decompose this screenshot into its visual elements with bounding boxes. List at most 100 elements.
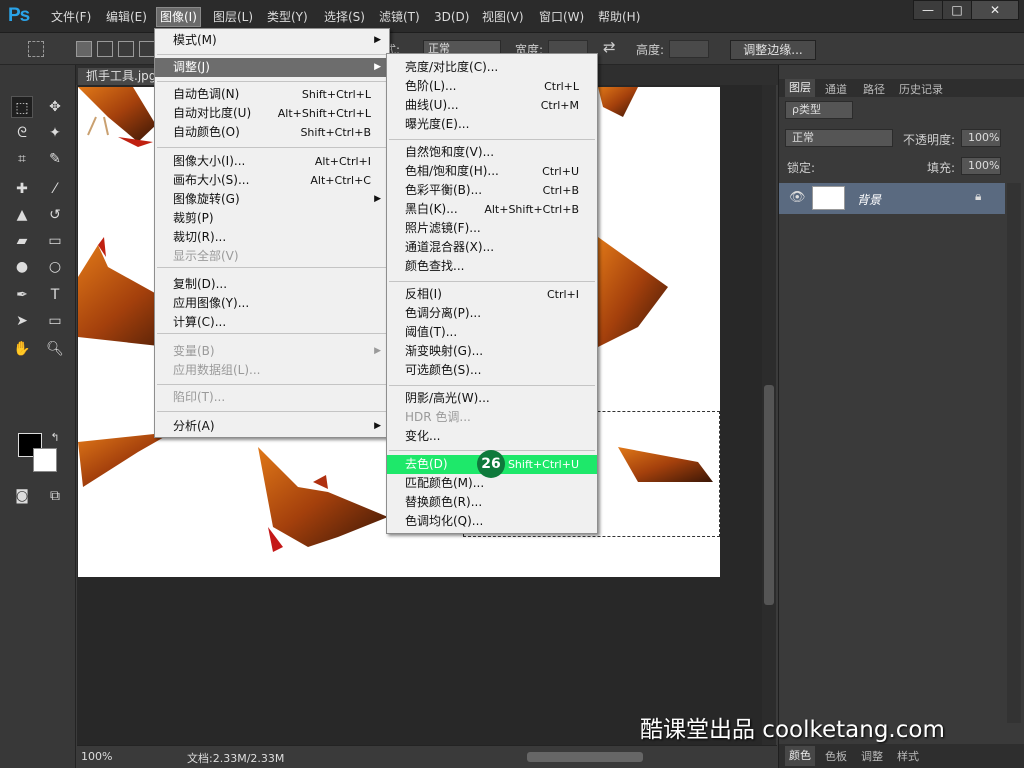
menu-item[interactable]: 反相(I) Ctrl+I bbox=[387, 285, 597, 304]
marquee-tool-icon[interactable]: ⬚ bbox=[11, 96, 33, 118]
screen-mode-icon[interactable]: ⧉ bbox=[44, 485, 66, 507]
maximize-button[interactable]: □ bbox=[942, 0, 972, 20]
shape-tool-icon[interactable]: ▭ bbox=[44, 310, 66, 332]
swap-colors-icon[interactable]: ↰ bbox=[44, 427, 66, 449]
menu-item[interactable]: 阴影/高光(W)... bbox=[387, 389, 597, 408]
menu-window[interactable]: 窗口(W) bbox=[536, 8, 587, 26]
menu-view[interactable]: 视图(V) bbox=[479, 8, 527, 26]
zoom-level[interactable]: 100% bbox=[81, 750, 112, 763]
menu-item[interactable]: 照片滤镜(F)... bbox=[387, 219, 597, 238]
tab-history[interactable]: 历史记录 bbox=[899, 81, 943, 97]
menu-item[interactable]: 色阶(L)... Ctrl+L bbox=[387, 77, 597, 96]
menu-item[interactable]: 裁切(R)... bbox=[155, 228, 389, 247]
history-brush-icon[interactable]: ↺ bbox=[44, 204, 66, 226]
marquee-preset-icon[interactable] bbox=[28, 41, 44, 57]
move-tool-icon[interactable]: ✥ bbox=[44, 96, 66, 118]
brush-tool-icon[interactable]: ⁄ bbox=[44, 178, 66, 200]
add-selection-icon[interactable] bbox=[97, 41, 113, 57]
menu-item[interactable]: 曝光度(E)... bbox=[387, 115, 597, 134]
intersect-selection-icon[interactable] bbox=[139, 41, 155, 57]
opacity-field[interactable]: 100% bbox=[961, 129, 1001, 147]
menu-item[interactable]: 分析(A) ▶ bbox=[155, 417, 389, 436]
menu-item[interactable]: 自动色调(N) Shift+Ctrl+L bbox=[155, 85, 389, 104]
eraser-tool-icon[interactable]: ▰ bbox=[11, 230, 33, 252]
menu-item[interactable]: 阈值(T)... bbox=[387, 323, 597, 342]
blur-tool-icon[interactable]: ● bbox=[11, 256, 33, 278]
menu-edit[interactable]: 编辑(E) bbox=[103, 8, 150, 26]
menu-item[interactable]: 色调均化(Q)... bbox=[387, 512, 597, 531]
menu-item[interactable]: 亮度/对比度(C)... bbox=[387, 58, 597, 77]
eyedropper-icon[interactable]: ✎ bbox=[44, 148, 66, 170]
menu-filter[interactable]: 滤镜(T) bbox=[376, 8, 423, 26]
menu-file[interactable]: 文件(F) bbox=[48, 8, 94, 26]
menu-image[interactable]: 图像(I) bbox=[156, 7, 201, 27]
lasso-tool-icon[interactable]: ᘓ bbox=[11, 122, 33, 144]
menu-item[interactable]: 黑白(K)... Alt+Shift+Ctrl+B bbox=[387, 200, 597, 219]
refine-edge-button[interactable]: 调整边缘... bbox=[730, 40, 816, 60]
layer-filter-select[interactable]: ρ类型 bbox=[785, 101, 853, 119]
menu-item[interactable]: 色调分离(P)... bbox=[387, 304, 597, 323]
menu-item[interactable]: 自动颜色(O) Shift+Ctrl+B bbox=[155, 123, 389, 142]
vertical-scroll-thumb[interactable] bbox=[764, 385, 774, 605]
menu-item[interactable]: 应用图像(Y)... bbox=[155, 294, 389, 313]
tab-swatches[interactable]: 色板 bbox=[825, 748, 847, 764]
menu-item[interactable]: 渐变映射(G)... bbox=[387, 342, 597, 361]
document-info[interactable]: 文档:2.33M/2.33M bbox=[187, 750, 284, 766]
menu-layer[interactable]: 图层(L) bbox=[210, 8, 256, 26]
menu-select[interactable]: 选择(S) bbox=[321, 8, 368, 26]
blend-mode-select[interactable]: 正常 bbox=[785, 129, 893, 147]
minimize-button[interactable]: — bbox=[913, 0, 943, 20]
panel-scrollbar[interactable] bbox=[1007, 183, 1021, 723]
background-color-swatch[interactable] bbox=[33, 448, 57, 472]
menu-item[interactable]: 画布大小(S)... Alt+Ctrl+C bbox=[155, 171, 389, 190]
menu-item[interactable]: 曲线(U)... Ctrl+M bbox=[387, 96, 597, 115]
tab-adjustments[interactable]: 调整 bbox=[861, 748, 883, 764]
menu-3d[interactable]: 3D(D) bbox=[431, 8, 472, 26]
fill-field[interactable]: 100% bbox=[961, 157, 1001, 175]
height-field[interactable] bbox=[669, 40, 709, 58]
type-tool-icon[interactable]: T bbox=[44, 284, 66, 306]
path-select-icon[interactable]: ➤ bbox=[11, 310, 33, 332]
zoom-tool-icon[interactable]: 🔍︎ bbox=[44, 338, 66, 360]
horizontal-scroll-thumb[interactable] bbox=[527, 752, 643, 762]
document-tab[interactable]: 抓手工具.jpg bbox=[78, 68, 158, 85]
tab-layers[interactable]: 图层 bbox=[785, 79, 815, 97]
menu-type[interactable]: 类型(Y) bbox=[264, 8, 311, 26]
menu-item[interactable]: 替换颜色(R)... bbox=[387, 493, 597, 512]
subtract-selection-icon[interactable] bbox=[118, 41, 134, 57]
layer-row-background[interactable]: 👁︎ 背景 🔒︎ bbox=[779, 183, 1005, 214]
hand-tool-icon[interactable]: ✋ bbox=[11, 338, 33, 360]
gradient-tool-icon[interactable]: ▭ bbox=[44, 230, 66, 252]
menu-item[interactable]: 通道混合器(X)... bbox=[387, 238, 597, 257]
menu-item[interactable]: 变化... bbox=[387, 427, 597, 446]
swap-icon[interactable]: ⇄ bbox=[603, 38, 616, 56]
close-button[interactable]: ✕ bbox=[971, 0, 1019, 20]
menu-item[interactable]: 计算(C)... bbox=[155, 313, 389, 332]
menu-item[interactable]: 复制(D)... bbox=[155, 275, 389, 294]
crop-tool-icon[interactable]: ⌗ bbox=[11, 148, 33, 170]
healing-brush-icon[interactable]: ✚ bbox=[11, 178, 33, 200]
menu-help[interactable]: 帮助(H) bbox=[595, 8, 643, 26]
dodge-tool-icon[interactable]: ○ bbox=[44, 256, 66, 278]
vertical-scrollbar[interactable] bbox=[762, 85, 776, 745]
new-selection-icon[interactable] bbox=[76, 41, 92, 57]
menu-item[interactable]: 图像旋转(G) ▶ bbox=[155, 190, 389, 209]
tab-styles[interactable]: 样式 bbox=[897, 748, 919, 764]
visibility-eye-icon[interactable]: 👁︎ bbox=[789, 190, 806, 205]
menu-item[interactable]: 图像大小(I)... Alt+Ctrl+I bbox=[155, 152, 389, 171]
menu-item[interactable]: 色相/饱和度(H)... Ctrl+U bbox=[387, 162, 597, 181]
quick-mask-icon[interactable]: ◙ bbox=[11, 485, 33, 507]
menu-item[interactable]: 自动对比度(U) Alt+Shift+Ctrl+L bbox=[155, 104, 389, 123]
menu-item[interactable]: 调整(J) ▶ bbox=[155, 58, 389, 77]
tab-paths[interactable]: 路径 bbox=[863, 81, 885, 97]
menu-item[interactable]: 色彩平衡(B)... Ctrl+B bbox=[387, 181, 597, 200]
stamp-tool-icon[interactable]: ▲ bbox=[11, 204, 33, 226]
menu-item[interactable]: 自然饱和度(V)... bbox=[387, 143, 597, 162]
magic-wand-icon[interactable]: ✦ bbox=[44, 122, 66, 144]
tab-channels[interactable]: 通道 bbox=[825, 81, 847, 97]
menu-item[interactable]: 颜色查找... bbox=[387, 257, 597, 276]
menu-item[interactable]: 裁剪(P) bbox=[155, 209, 389, 228]
tab-color[interactable]: 颜色 bbox=[785, 746, 815, 766]
default-colors-icon[interactable] bbox=[11, 397, 33, 419]
menu-item[interactable]: 模式(M) ▶ bbox=[155, 31, 389, 50]
